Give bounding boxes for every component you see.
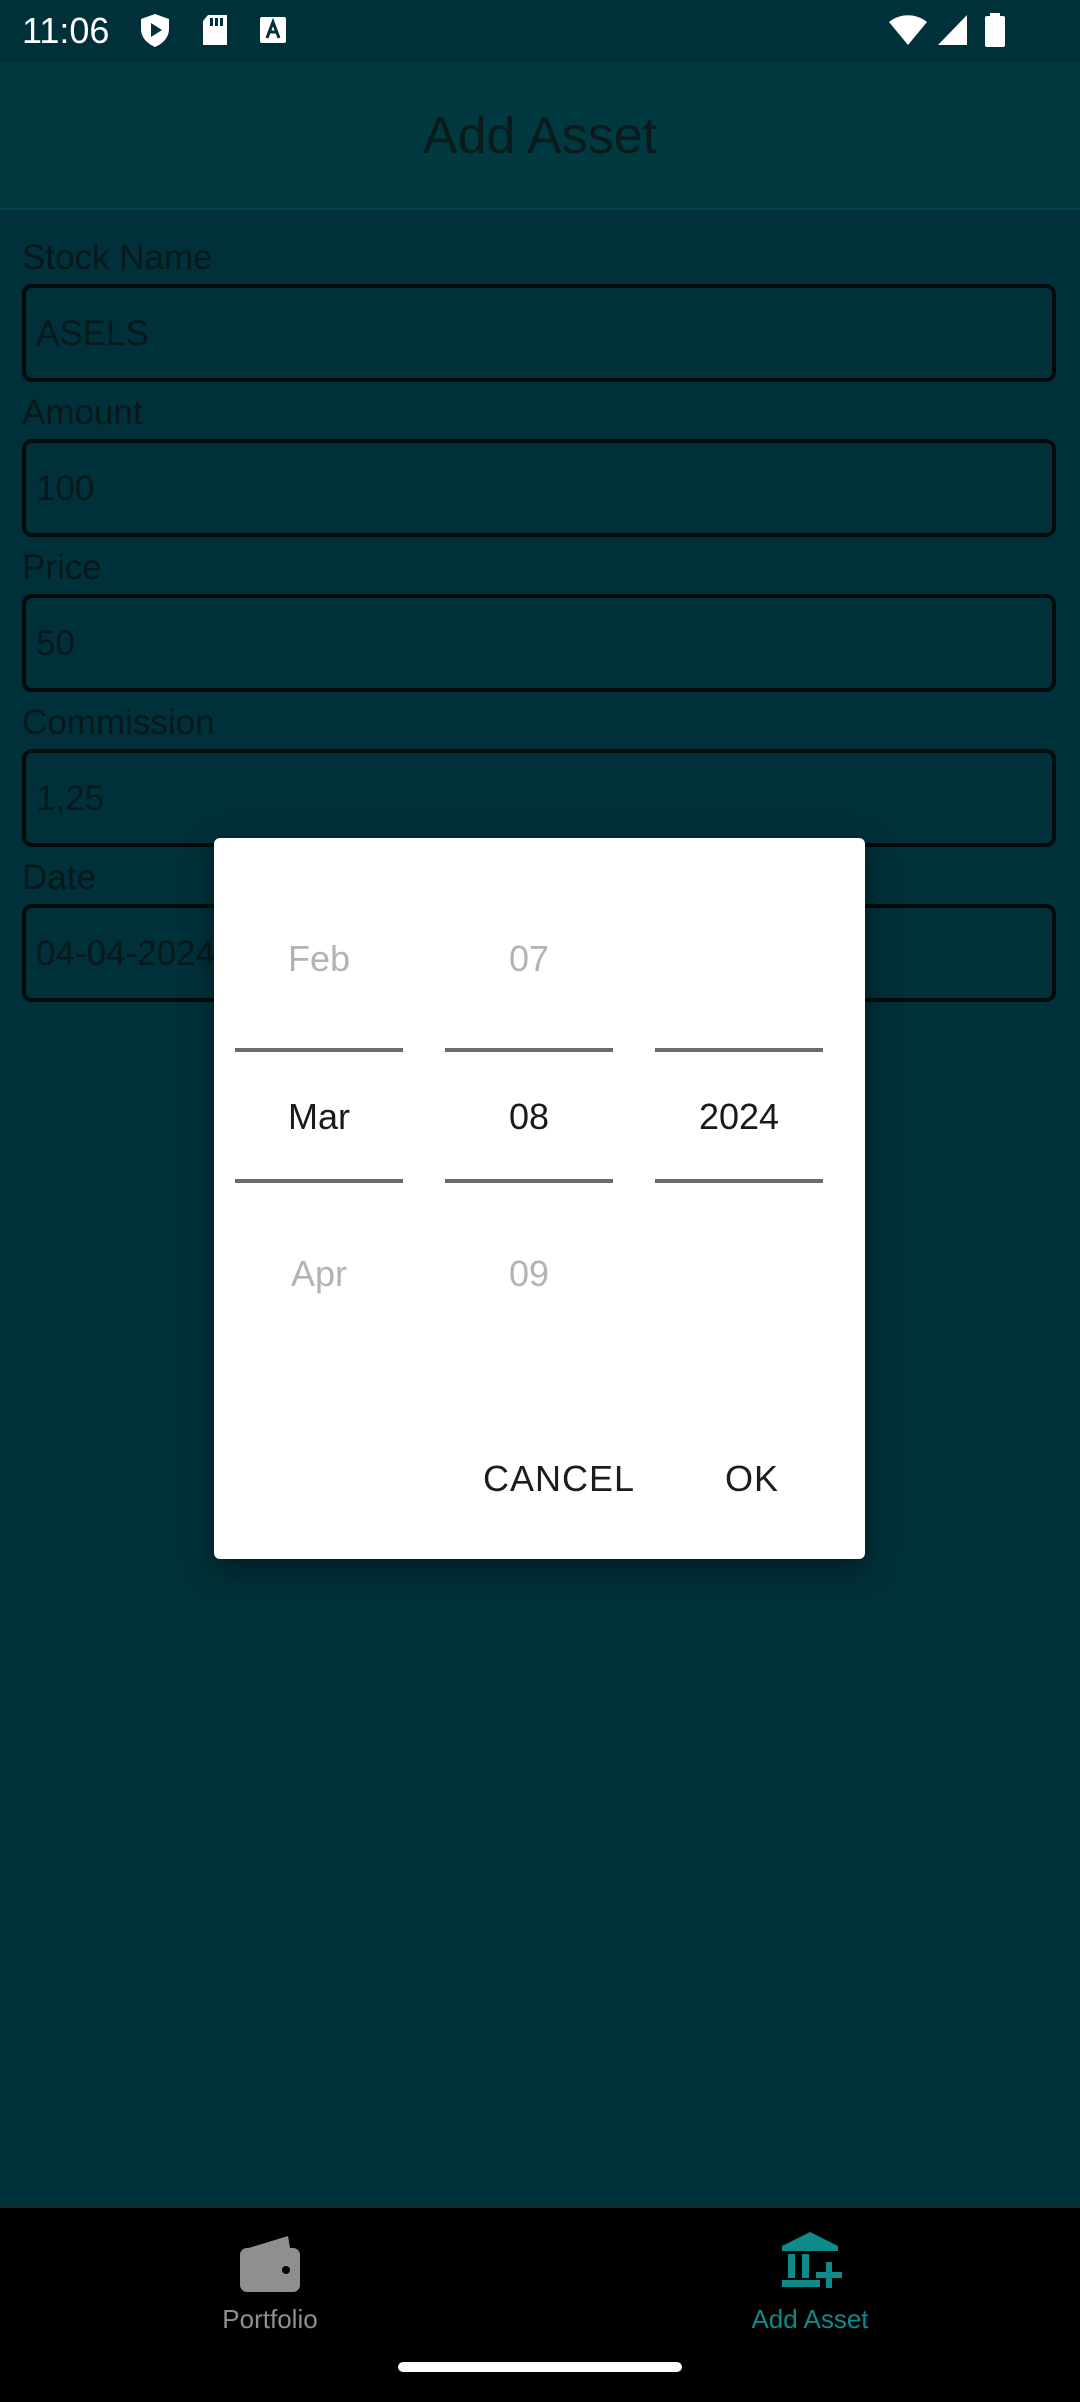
year-current[interactable]: 2024 bbox=[655, 1096, 823, 1138]
bank-add-icon bbox=[782, 2232, 842, 2288]
month-spinner[interactable]: Feb Mar Apr bbox=[235, 838, 403, 1318]
year-divider-top bbox=[655, 1048, 823, 1052]
month-next[interactable]: Apr bbox=[235, 1253, 403, 1295]
month-prev[interactable]: Feb bbox=[235, 938, 403, 980]
day-current[interactable]: 08 bbox=[445, 1096, 613, 1138]
day-prev[interactable]: 07 bbox=[445, 938, 613, 980]
wallet-icon bbox=[240, 2236, 300, 2292]
day-next[interactable]: 09 bbox=[445, 1253, 613, 1295]
home-indicator[interactable] bbox=[398, 2362, 682, 2372]
day-divider-bottom bbox=[445, 1179, 613, 1183]
nav-item-add-asset[interactable]: Add Asset bbox=[540, 2208, 1080, 2402]
day-spinner[interactable]: 07 08 09 bbox=[445, 838, 613, 1318]
nav-label-portfolio: Portfolio bbox=[222, 2304, 318, 2334]
ok-button[interactable]: OK bbox=[725, 1458, 779, 1500]
nav-item-portfolio[interactable]: Portfolio bbox=[0, 2208, 540, 2402]
cancel-button[interactable]: CANCEL bbox=[483, 1458, 635, 1500]
date-picker-dialog: Feb Mar Apr 07 08 09 2024 CANCEL OK bbox=[214, 838, 865, 1559]
bottom-nav: Portfolio Add Asset bbox=[0, 2206, 1080, 2402]
year-divider-bottom bbox=[655, 1179, 823, 1183]
month-divider-top bbox=[235, 1048, 403, 1052]
nav-label-add-asset: Add Asset bbox=[751, 2304, 869, 2334]
year-spinner[interactable]: 2024 bbox=[655, 838, 823, 1318]
day-divider-top bbox=[445, 1048, 613, 1052]
month-divider-bottom bbox=[235, 1179, 403, 1183]
month-current[interactable]: Mar bbox=[235, 1096, 403, 1138]
